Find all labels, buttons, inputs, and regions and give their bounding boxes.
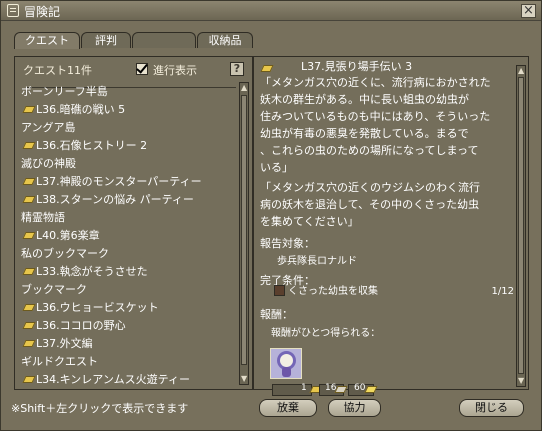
list-item[interactable]: L38.スターンの悩み パーティー [20,191,194,209]
quest-list-panel: クエスト11件 進行表示 ? ボーンリーフ半島 L36.暗礁の戦い 5 アングア… [14,56,253,390]
adventure-window: 冒険記 × クエスト 評判 収納品 クエスト11件 進行表示 ? ボーンリーフ半… [0,0,542,431]
progress-checkbox[interactable] [136,63,148,75]
tab-reputation[interactable]: 評判 [81,32,131,48]
condition-count: 1/12 [491,286,514,297]
list-item[interactable]: ボーンリーフ半島 [21,83,108,101]
quest-title: L37.見張り場手伝い 3 [301,60,413,73]
list-item[interactable]: L33.執念がそうさせた [20,263,148,281]
list-item[interactable]: L37.外文編 [20,335,93,353]
scroll-down-icon[interactable]: ▼ [241,375,247,383]
reward-title: 報酬： [260,308,293,321]
title-bar: 冒険記 × [1,1,541,21]
cooperate-button[interactable]: 協力 [328,399,381,417]
give-up-button[interactable]: 放棄 [259,399,317,417]
list-item[interactable]: L36.暗礁の戦い 5 [20,101,125,119]
feather-icon [334,386,348,393]
list-item[interactable]: ブックマーク [21,281,87,299]
quest-book-icon [22,340,36,347]
quest-book-icon [22,232,36,239]
list-item[interactable]: 滅びの神殿 [21,155,76,173]
journal-icon [7,4,19,17]
list-item[interactable]: 私のブックマーク [21,245,109,263]
reward-items: 1 16 60 [272,383,378,399]
list-item[interactable]: L37.神殿のモンスターパーティー [20,173,202,191]
report-title: 報告対象： [260,237,315,250]
window-title: 冒険記 [24,5,61,19]
coin-icon [364,386,378,393]
scroll-thumb[interactable] [241,95,247,365]
quest-book-icon [22,304,36,311]
scroll-up-icon[interactable]: ▲ [518,67,524,75]
quest-book-icon [22,178,36,185]
quest-book-icon [22,376,36,383]
quest-book-icon [22,322,36,329]
footer-hint: ※Shift＋左クリックで表示できます [11,402,189,415]
quest-description: 「メタンガス穴の近くに、流行病におかされた 妖木の群生がある。中に長い蛆虫の幼虫… [260,76,491,174]
quest-detail-panel: L37.見張り場手伝い 3 「メタンガス穴の近くに、流行病におかされた 妖木の群… [253,56,529,396]
list-item[interactable]: 精霊物語 [21,209,65,227]
report-name: 歩兵隊長ロナルド [277,256,357,267]
scroll-down-icon[interactable]: ▼ [518,377,524,385]
detail-scrollbar[interactable]: ▲ ▼ [516,65,526,387]
quest-list: ボーンリーフ半島 L36.暗礁の戦い 5 アングア島 L36.石像ヒストリー 2… [20,82,237,387]
list-item[interactable]: L36.ココロの野心 [20,317,126,335]
quest-book-icon [22,268,36,275]
help-icon[interactable]: ? [230,62,244,76]
progress-label: 進行表示 [153,64,197,77]
list-item[interactable]: L36.ウヒョービスケット [20,299,159,317]
quest-book-icon [22,196,36,203]
reward-icon [270,348,302,379]
condition-text: くさった幼虫を収集 [288,286,378,297]
list-scrollbar[interactable]: ▲ ▼ [239,82,249,385]
scroll-thumb[interactable] [518,77,524,374]
tab-storage[interactable]: 収納品 [197,32,253,48]
list-item[interactable]: L40.第6楽章 [20,227,100,245]
quest-count: クエスト11件 [23,64,92,77]
close-icon[interactable]: × [521,4,536,18]
reward-text: 報酬がひとつ得られる： [271,328,381,339]
list-item[interactable]: ギルドクエスト [21,353,98,371]
close-button[interactable]: 閉じる [459,399,524,417]
list-item[interactable]: L36.石像ヒストリー 2 [20,137,147,155]
tab-disabled [132,32,196,48]
quest-book-icon [22,106,36,113]
condition-item-icon [274,285,285,296]
quest-request: 「メタンガス穴の近くのウジムシのわく流行 病の妖木を退治して、その中のくさった幼… [260,181,480,228]
quest-book-icon [260,65,274,72]
list-item[interactable]: アングア島 [21,119,76,137]
tab-quest[interactable]: クエスト [14,32,80,49]
tab-bar: クエスト 評判 収納品 [14,32,524,49]
scroll-up-icon[interactable]: ▲ [241,84,247,92]
quest-book-icon [22,142,36,149]
list-item[interactable]: L34.キンレアンムス火遊ティー [20,371,190,387]
